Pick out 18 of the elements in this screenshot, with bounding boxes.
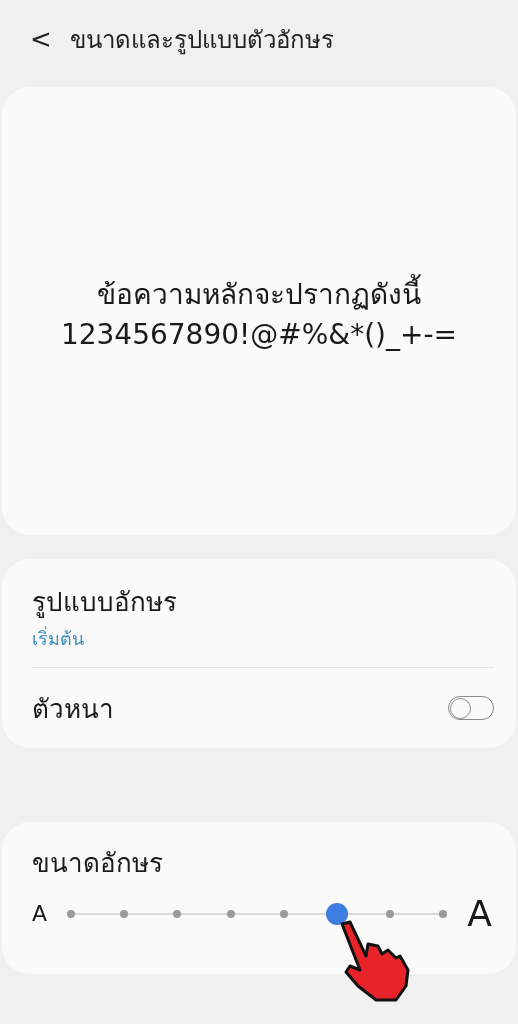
step-dot [226,909,235,918]
font-size-label: ขนาดอักษร [32,847,164,880]
step-dot [173,909,182,918]
preview-text: ข้อความหลักจะปรากฏดังนี้ [97,271,421,316]
slider-thumb[interactable] [325,902,348,925]
step-dot [279,909,288,918]
screen-title: ขนาดและรูปแบบตัวอักษร [69,24,334,57]
step-dot [67,909,76,918]
step-dot [120,909,129,918]
step-dot [386,909,395,918]
bold-label: ตัวหนา [32,692,114,726]
font-style-value: เริ่มต้น [32,625,85,651]
font-style-label[interactable]: รูปแบบอักษร [32,581,494,622]
small-a-mark: A [32,901,48,926]
large-a-mark: A [467,893,492,934]
preview-text: 1234567890!@#%&*()_+-= [60,317,458,351]
back-button[interactable]: < [30,24,52,54]
step-dot [439,909,448,918]
